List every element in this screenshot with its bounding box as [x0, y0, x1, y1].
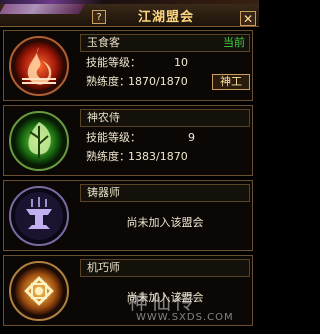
shengong-button[interactable]: 神工: [212, 74, 250, 90]
current-status-badge: 当前: [223, 36, 245, 49]
proficiency-label: 熟练度：: [86, 75, 130, 88]
guild-name-row: 玉食客 当前: [80, 34, 250, 52]
leaf-emblem-icon: [8, 110, 70, 172]
guild-panel-cook[interactable]: 玉食客 当前 技能等级： 10 熟练度： 1870/1870 神工: [3, 30, 253, 101]
guild-panel-mechanist[interactable]: 机巧师 尚未加入该盟会: [3, 255, 253, 326]
skill-level-row: 技能等级： 9: [80, 130, 250, 148]
guild-name: 铸器师: [87, 186, 120, 199]
proficiency-value: 1383/1870: [128, 150, 188, 163]
window-title: 江湖盟会: [137, 10, 194, 25]
anvil-emblem-icon: [8, 185, 70, 247]
skill-level-label: 技能等级：: [86, 131, 141, 144]
guild-name: 神农侍: [87, 111, 120, 124]
close-button[interactable]: ✕: [240, 11, 256, 26]
proficiency-row: 熟练度： 1383/1870: [80, 149, 250, 167]
proficiency-label: 熟练度：: [86, 150, 130, 163]
skill-level-label: 技能等级：: [86, 56, 141, 69]
guild-name-row: 神农侍: [80, 109, 250, 127]
not-joined-text: 尚未加入该盟会: [126, 291, 204, 304]
proficiency-row: 熟练度： 1870/1870 神工: [80, 74, 250, 92]
fire-emblem-icon: [8, 35, 70, 97]
guild-name: 机巧师: [87, 261, 120, 274]
sword-decoration-icon: [0, 4, 85, 14]
guild-panel-smith[interactable]: 铸器师 尚未加入该盟会: [3, 180, 253, 251]
guild-name-row: 机巧师: [80, 259, 250, 277]
guild-name-row: 铸器师: [80, 184, 250, 202]
title-bar: ? 江湖盟会 ✕: [0, 4, 259, 27]
skill-level-value: 10: [174, 56, 188, 69]
skill-level-value: 9: [188, 131, 195, 144]
guild-panel-herbalist[interactable]: 神农侍 技能等级： 9 熟练度： 1383/1870: [3, 105, 253, 176]
not-joined-text: 尚未加入该盟会: [126, 216, 204, 229]
gear-emblem-icon: [8, 260, 70, 322]
proficiency-value: 1870/1870: [128, 75, 188, 88]
skill-level-row: 技能等级： 10: [80, 55, 250, 73]
guild-name: 玉食客: [87, 36, 120, 49]
